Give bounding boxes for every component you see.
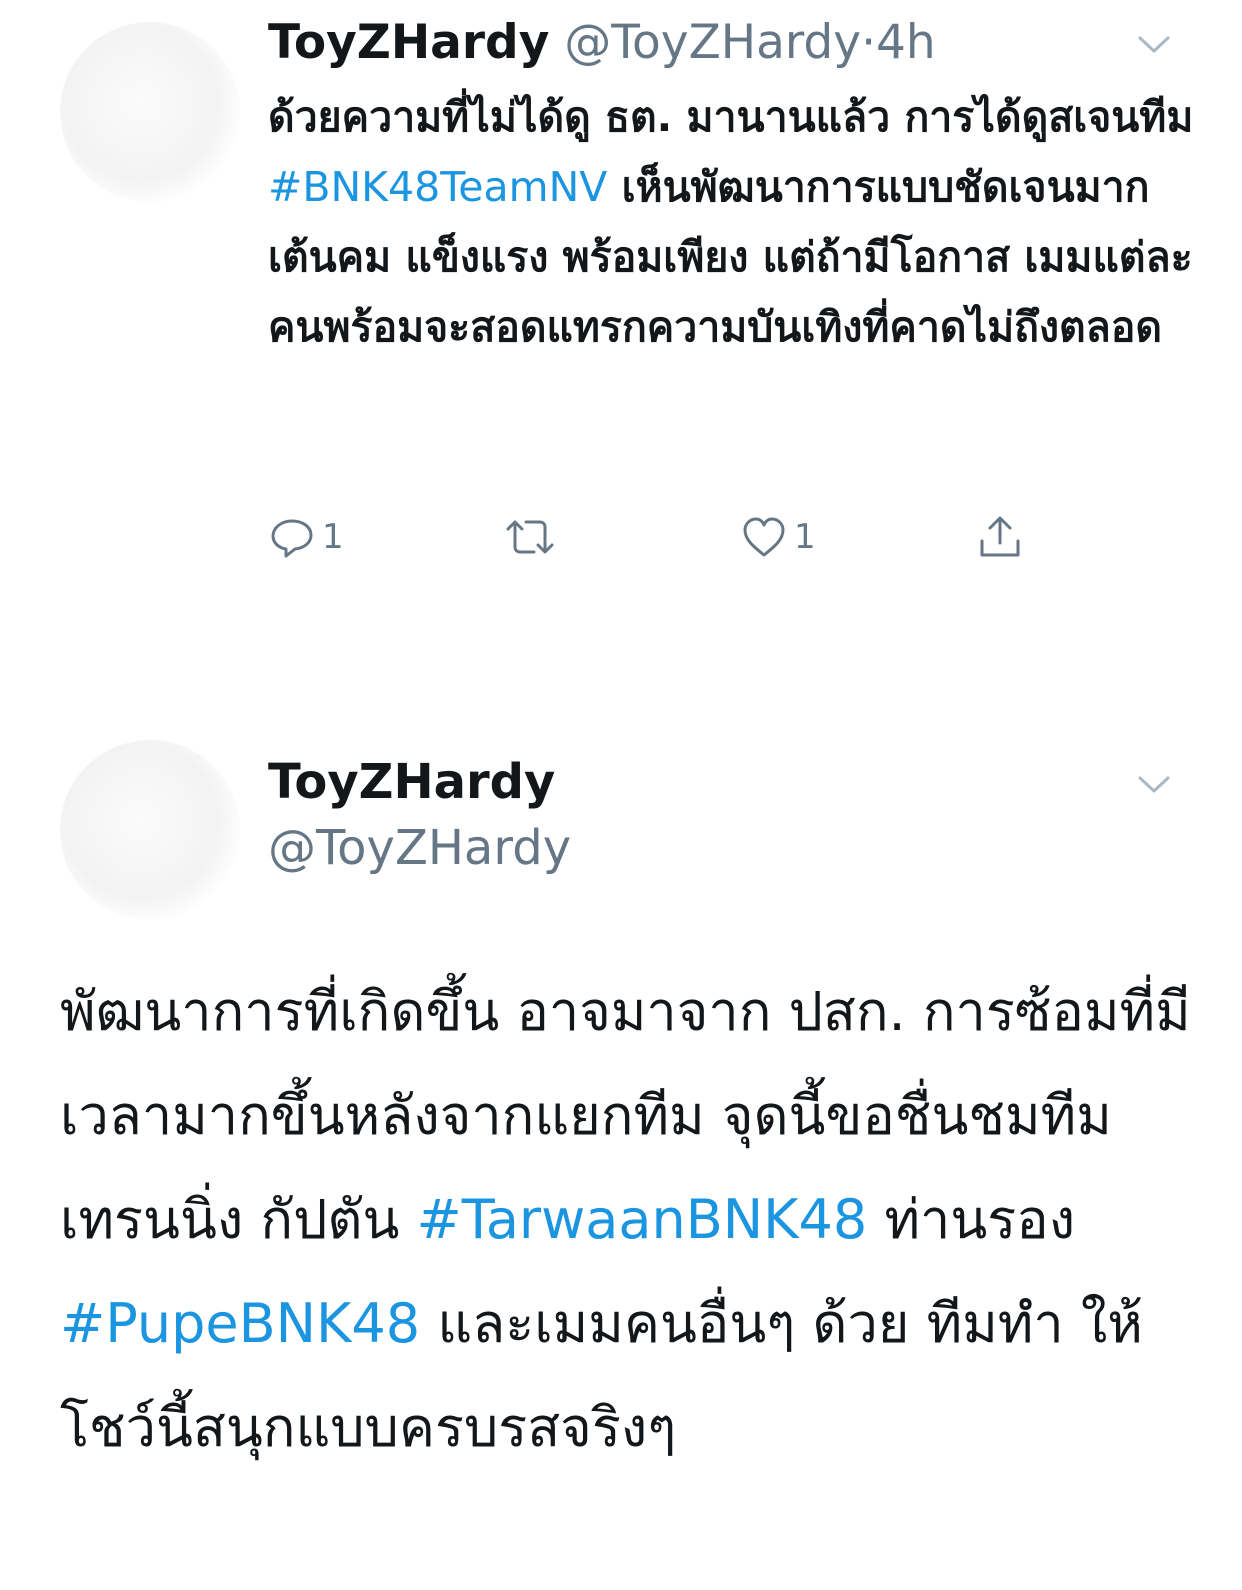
user-handle[interactable]: @ToyZHardy [268,818,571,878]
reply-button[interactable]: 1 [268,512,344,562]
avatar[interactable] [60,22,240,202]
reply-icon [268,513,316,561]
share-icon [976,513,1024,561]
hashtag-link[interactable]: #PupeBNK48 [60,1292,420,1355]
hashtag-link[interactable]: #TarwaanBNK48 [417,1188,868,1251]
like-count: 1 [794,517,816,557]
tweet-text: ด้วยความที่ไม่ได้ดู ธต. มานานแล้ว การได้… [268,82,1198,362]
display-name[interactable]: ToyZHardy [268,752,555,812]
avatar[interactable] [60,740,240,920]
tweet-header: ToyZHardy @ToyZHardy·4h [268,14,936,72]
chevron-down-icon[interactable] [1134,24,1174,64]
retweet-icon [502,513,558,561]
display-name[interactable]: ToyZHardy [268,15,549,70]
separator-dot: · [861,15,877,70]
chevron-down-icon[interactable] [1134,764,1174,804]
tweet-text-part: ด้วยความที่ไม่ได้ดู ธต. มานานแล้ว การได้… [268,93,1194,141]
like-button[interactable]: 1 [740,512,816,562]
hashtag-link[interactable]: #BNK48TeamNV [268,163,607,211]
reply-count: 1 [322,517,344,557]
user-handle[interactable]: @ToyZHardy [564,15,861,70]
tweet-text-part: ท่านรอง [867,1188,1076,1251]
tweet-text: พัฒนาการที่เกิดขึ้น อาจมาจาก ปสก. การซ้อ… [60,960,1200,1480]
share-button[interactable] [976,512,1024,562]
retweet-button[interactable] [502,512,558,562]
timestamp[interactable]: 4h [876,15,936,70]
like-icon [740,513,788,561]
